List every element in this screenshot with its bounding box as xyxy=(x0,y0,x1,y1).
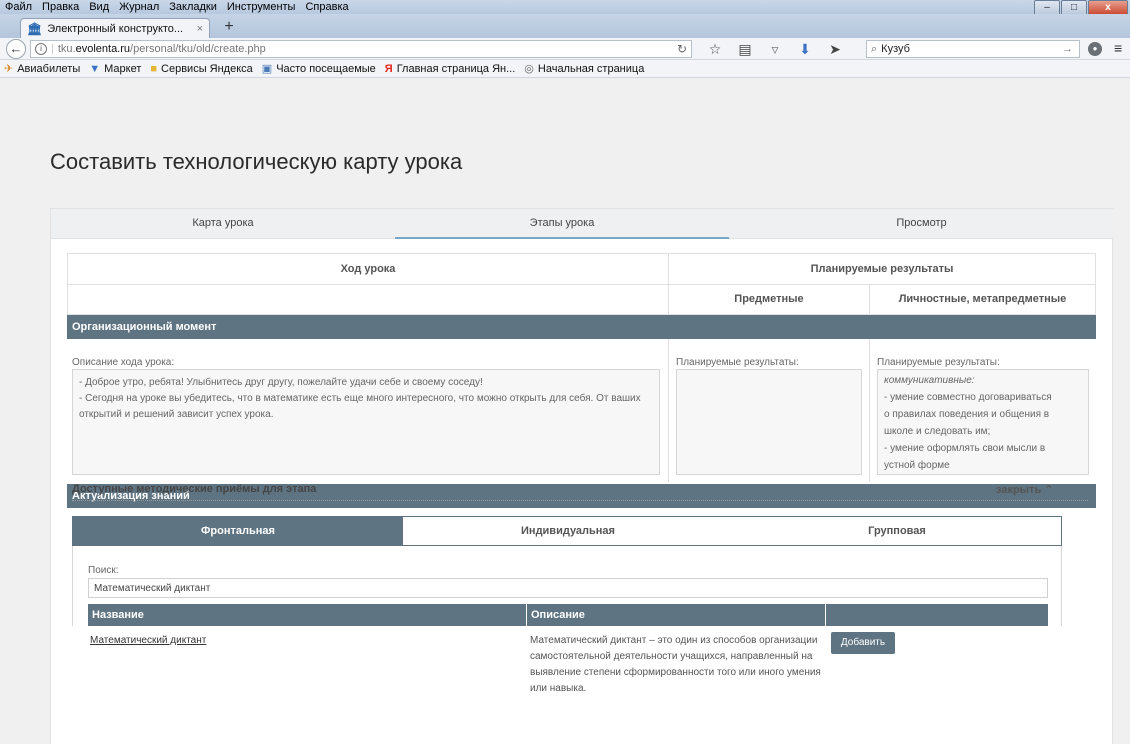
search-go-icon[interactable]: → xyxy=(1062,43,1073,55)
bookmark-star-icon[interactable]: ☆ xyxy=(700,40,730,58)
bookmark-market[interactable]: ▼ Маркет xyxy=(89,63,141,75)
method-description-line: самостоятельной деятельности учащихся, н… xyxy=(530,651,813,662)
plane-icon: ✈ xyxy=(4,63,14,75)
bookmark-label: Маркет xyxy=(104,62,142,75)
cart-icon: ▼ xyxy=(89,62,101,75)
method-name-link[interactable]: Математический диктант xyxy=(90,633,206,649)
toolbar-icons: ☆ ▤ ▿ ⬇ ➤ xyxy=(700,40,850,58)
url-separator: | xyxy=(51,43,54,55)
new-tab-button[interactable]: + xyxy=(220,19,238,35)
bookmark-yandex-home[interactable]: Я Главная страница Ян... xyxy=(385,63,515,75)
search-value: Кузуб xyxy=(881,43,910,55)
reload-icon[interactable]: ↻ xyxy=(677,42,687,56)
methods-close-link[interactable]: закрыть ⌃ xyxy=(996,483,1054,496)
bookmark-yandex-services[interactable]: ■ Сервисы Яндекса xyxy=(150,63,252,75)
site-favicon-icon: 🏛︎ xyxy=(27,21,43,36)
bookmark-label: Авиабилеты xyxy=(17,62,81,75)
column-header-description: Описание xyxy=(527,604,825,626)
menu-tools[interactable]: Инструменты xyxy=(222,1,301,13)
menu-edit[interactable]: Правка xyxy=(37,1,84,13)
tab-frontal[interactable]: Фронтальная xyxy=(73,517,403,545)
folder-icon: ■ xyxy=(150,62,158,75)
search-icon: ⌕ xyxy=(871,42,878,55)
bookmark-aviabilety[interactable]: ✈ Авиабилеты xyxy=(4,62,81,76)
hamburger-menu-icon[interactable]: ≡ xyxy=(1114,40,1122,56)
menu-history[interactable]: Журнал xyxy=(114,1,164,13)
chevron-up-icon: ⌃ xyxy=(1044,484,1054,496)
bookmark-label: Часто посещаемые xyxy=(276,62,376,75)
nav-bar: ← i | tku.evolenta.ru/personal/tku/old/c… xyxy=(0,38,1130,60)
site-info-icon[interactable]: i xyxy=(35,43,47,55)
column-header-name: Название xyxy=(88,604,526,626)
pocket-icon[interactable]: ▿ xyxy=(760,40,790,58)
tab-group[interactable]: Групповая xyxy=(733,517,1061,545)
bookmark-label: Главная страница Ян... xyxy=(396,62,516,75)
add-method-button[interactable]: Добавить xyxy=(831,632,895,654)
methods-search-input[interactable] xyxy=(88,578,1048,598)
bookmark-start-page[interactable]: ◎ Начальная страница xyxy=(524,62,645,76)
address-bar[interactable]: i | tku.evolenta.ru/personal/tku/old/cre… xyxy=(30,40,692,58)
menu-bookmarks[interactable]: Закладки xyxy=(164,1,222,13)
bookmark-label: Сервисы Яндекса xyxy=(161,62,253,75)
method-description-line: или навыка. xyxy=(530,683,587,694)
tab-title: Электронный конструкто... xyxy=(47,22,184,35)
methods-title: Доступные методические приёмы для этапа xyxy=(72,483,317,495)
methods-tabs: Фронтальная Индивидуальная Групповая xyxy=(72,516,1062,546)
bookmark-frequent[interactable]: ▣ Часто посещаемые xyxy=(261,62,376,76)
methods-section: Доступные методические приёмы для этапа … xyxy=(50,78,1113,744)
browser-tab[interactable]: 🏛︎ Электронный конструкто... × xyxy=(20,18,210,38)
send-icon[interactable]: ➤ xyxy=(820,40,850,58)
tab-bar: 🏛︎ Электронный конструкто... × + xyxy=(0,14,1130,38)
column-header-action xyxy=(826,604,1048,626)
methods-divider xyxy=(72,500,1088,501)
tab-close-icon[interactable]: × xyxy=(197,23,203,35)
back-button[interactable]: ← xyxy=(6,39,26,59)
yandex-icon: Я xyxy=(384,62,393,75)
menu-help[interactable]: Справка xyxy=(300,1,353,13)
methods-search-label: Поиск: xyxy=(88,565,119,576)
globe-icon: ◎ xyxy=(524,63,534,75)
page-content: Составить технологическую карту урока Ка… xyxy=(0,78,1130,744)
method-description-line: Математический диктант – это один из спо… xyxy=(530,635,818,646)
method-description: Математический диктант – это один из спо… xyxy=(530,633,826,697)
bookmarks-bar: ✈ Авиабилеты ▼ Маркет ■ Сервисы Яндекса … xyxy=(0,60,1130,78)
url-text: tku.evolenta.ru/personal/tku/old/create.… xyxy=(57,43,266,55)
history-icon: ▣ xyxy=(261,63,273,75)
menu-bar: Файл Правка Вид Журнал Закладки Инструме… xyxy=(0,0,1130,16)
menu-file[interactable]: Файл xyxy=(0,1,37,13)
method-description-line: выявление степени сформированности того … xyxy=(530,667,821,678)
download-icon[interactable]: ⬇ xyxy=(790,40,820,58)
tab-individual[interactable]: Индивидуальная xyxy=(403,517,733,545)
bookmark-label: Начальная страница xyxy=(537,62,645,75)
extension-icon[interactable]: ● xyxy=(1088,42,1102,56)
menu-view[interactable]: Вид xyxy=(84,1,114,13)
reading-list-icon[interactable]: ▤ xyxy=(730,40,760,58)
search-bar[interactable]: ⌕ Кузуб → xyxy=(866,40,1080,58)
